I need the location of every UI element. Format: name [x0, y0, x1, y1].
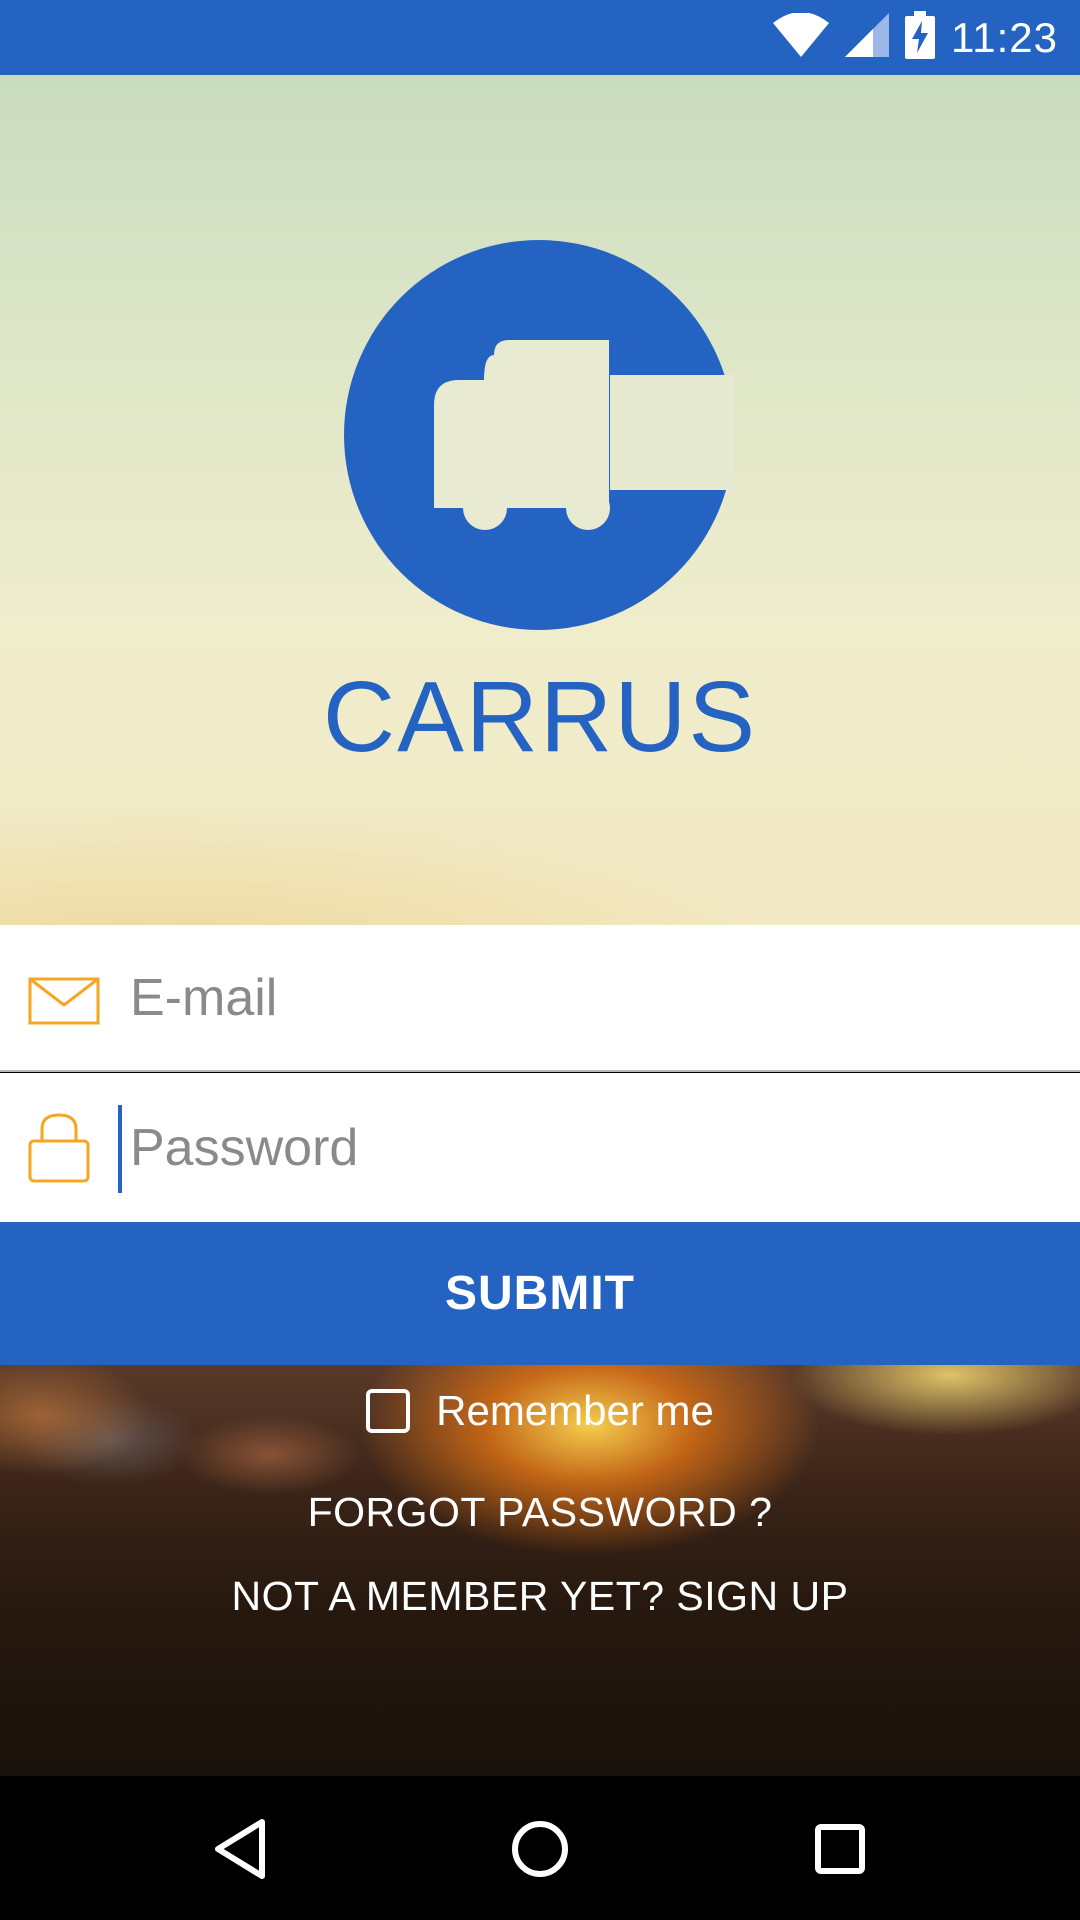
forgot-password-link[interactable]: FORGOT PASSWORD ?	[0, 1489, 1080, 1536]
lock-icon	[28, 1113, 90, 1188]
password-input[interactable]	[120, 1073, 1050, 1222]
status-bar: 11:23	[0, 0, 1080, 75]
wifi-icon	[773, 12, 829, 62]
back-icon[interactable]	[210, 1804, 270, 1899]
hero-banner: CARRUS	[0, 75, 1080, 925]
recents-icon[interactable]	[815, 1804, 865, 1899]
remember-me-label[interactable]: Remember me	[436, 1387, 714, 1435]
bottom-options-panel: Remember me FORGOT PASSWORD ? NOT A MEMB…	[0, 1365, 1080, 1776]
envelope-icon	[28, 977, 100, 1030]
truck-c-logo-icon	[344, 240, 740, 635]
email-field-row	[0, 925, 1080, 1072]
status-time: 11:23	[951, 13, 1058, 61]
remember-me-checkbox[interactable]	[366, 1389, 411, 1433]
brand-name: CARRUS	[322, 661, 758, 773]
remember-me-row[interactable]: Remember me	[0, 1387, 1080, 1435]
system-nav-bar	[0, 1776, 1080, 1920]
status-icons: 11:23	[773, 0, 1058, 75]
battery-charging-icon	[905, 11, 935, 64]
sign-up-link[interactable]: NOT A MEMBER YET? SIGN UP	[0, 1573, 1080, 1620]
submit-button[interactable]: SUBMIT	[0, 1222, 1080, 1365]
home-icon[interactable]	[510, 1804, 570, 1899]
email-input[interactable]	[120, 925, 1050, 1070]
password-field-row	[0, 1073, 1080, 1222]
cell-signal-icon	[845, 13, 889, 62]
